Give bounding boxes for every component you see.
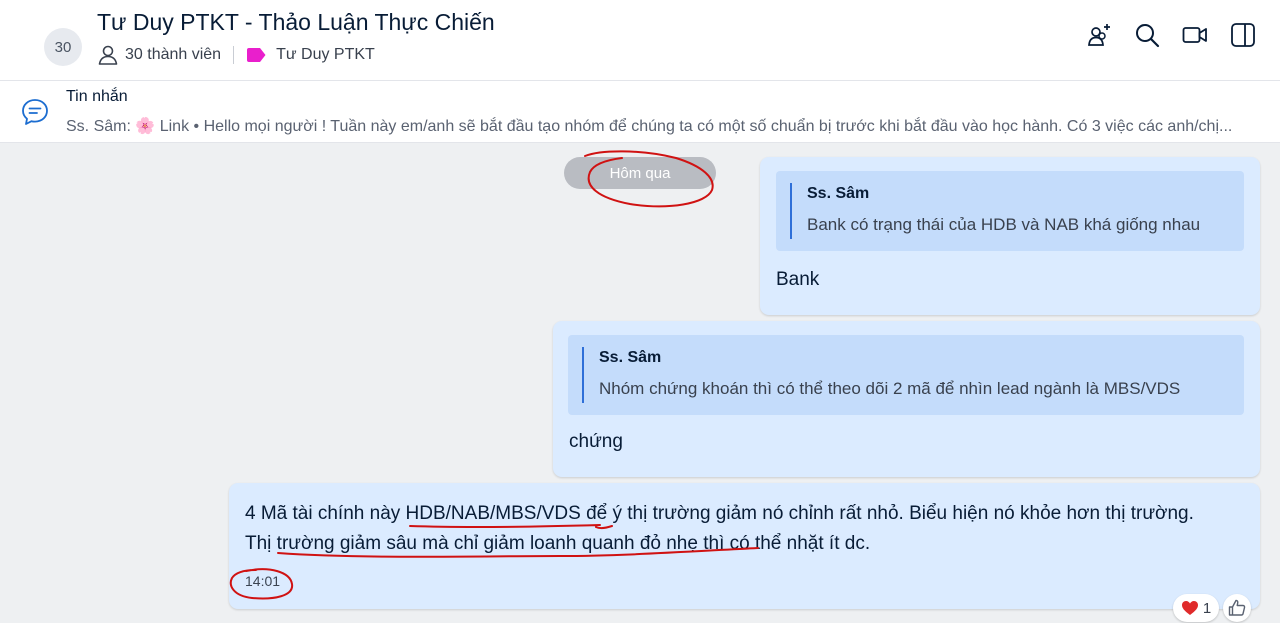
quote-text: Bank có trạng thái của HDB và NAB khá gi… bbox=[807, 215, 1201, 234]
message-bubble[interactable]: Ss. Sâm Bank có trạng thái của HDB và NA… bbox=[760, 157, 1260, 315]
pinned-message-bar[interactable]: Tin nhắn Ss. Sâm: 🌸 Link • Hello mọi ngư… bbox=[0, 81, 1280, 143]
divider bbox=[233, 46, 235, 64]
quote-text: Nhóm chứng khoán thì có thể theo dõi 2 m… bbox=[599, 379, 1181, 398]
group-avatar[interactable]: 30 bbox=[44, 28, 82, 66]
heart-icon bbox=[1181, 601, 1198, 615]
conversation-title[interactable]: Tư Duy PTKT - Thảo Luận Thực Chiến bbox=[97, 9, 495, 36]
quote-author: Ss. Sâm bbox=[807, 185, 870, 202]
thumbs-up-icon bbox=[1228, 599, 1246, 616]
conversation-header: 30 Tư Duy PTKT - Thảo Luận Thực Chiến 30… bbox=[0, 0, 1280, 81]
message-text-line-2: Thị trường giảm sâu mà chỉ giảm loanh qu… bbox=[245, 533, 871, 554]
add-member-icon[interactable] bbox=[1086, 20, 1112, 50]
message-icon bbox=[20, 97, 50, 127]
message-list[interactable]: Hôm qua Ss. Sâm Bank có trạng thái của H… bbox=[0, 143, 1280, 623]
tag-label[interactable]: Tư Duy PTKT bbox=[276, 46, 375, 64]
conversation-subtitle: 30 thành viên Tư Duy PTKT bbox=[97, 44, 375, 66]
group-avatar-count: 30 bbox=[54, 38, 72, 56]
reaction-summary[interactable]: 1 bbox=[1173, 594, 1219, 622]
message-text-line-1: 4 Mã tài chính này HDB/NAB/MBS/VDS để ý … bbox=[245, 503, 1194, 524]
message-bubble[interactable]: Ss. Sâm Nhóm chứng khoán thì có thể theo… bbox=[553, 321, 1260, 477]
quoted-message[interactable]: Ss. Sâm Bank có trạng thái của HDB và NA… bbox=[776, 171, 1244, 251]
like-button[interactable] bbox=[1223, 594, 1251, 622]
quote-author: Ss. Sâm bbox=[599, 349, 662, 366]
reaction-count: 1 bbox=[1202, 599, 1212, 617]
header-actions bbox=[1086, 20, 1256, 50]
search-icon[interactable] bbox=[1134, 20, 1160, 50]
message-reactions: 1 bbox=[1173, 594, 1251, 622]
message-text: chứng bbox=[569, 431, 623, 452]
member-count[interactable]: 30 thành viên bbox=[125, 46, 221, 64]
date-divider: Hôm qua bbox=[564, 157, 716, 189]
tag-icon bbox=[246, 48, 266, 62]
pinned-preview: Ss. Sâm: 🌸 Link • Hello mọi người ! Tuần… bbox=[66, 118, 1233, 135]
message-bubble[interactable]: 4 Mã tài chính này HDB/NAB/MBS/VDS để ý … bbox=[229, 483, 1260, 609]
message-time: 14:01 bbox=[245, 573, 281, 589]
quoted-message[interactable]: Ss. Sâm Nhóm chứng khoán thì có thể theo… bbox=[568, 335, 1244, 415]
message-text: Bank bbox=[776, 269, 820, 290]
video-call-icon[interactable] bbox=[1182, 20, 1208, 50]
quote-bar bbox=[582, 347, 584, 403]
pinned-title: Tin nhắn bbox=[66, 88, 128, 105]
quote-bar bbox=[790, 183, 792, 239]
member-icon bbox=[97, 44, 119, 66]
sidebar-toggle-icon[interactable] bbox=[1230, 20, 1256, 50]
